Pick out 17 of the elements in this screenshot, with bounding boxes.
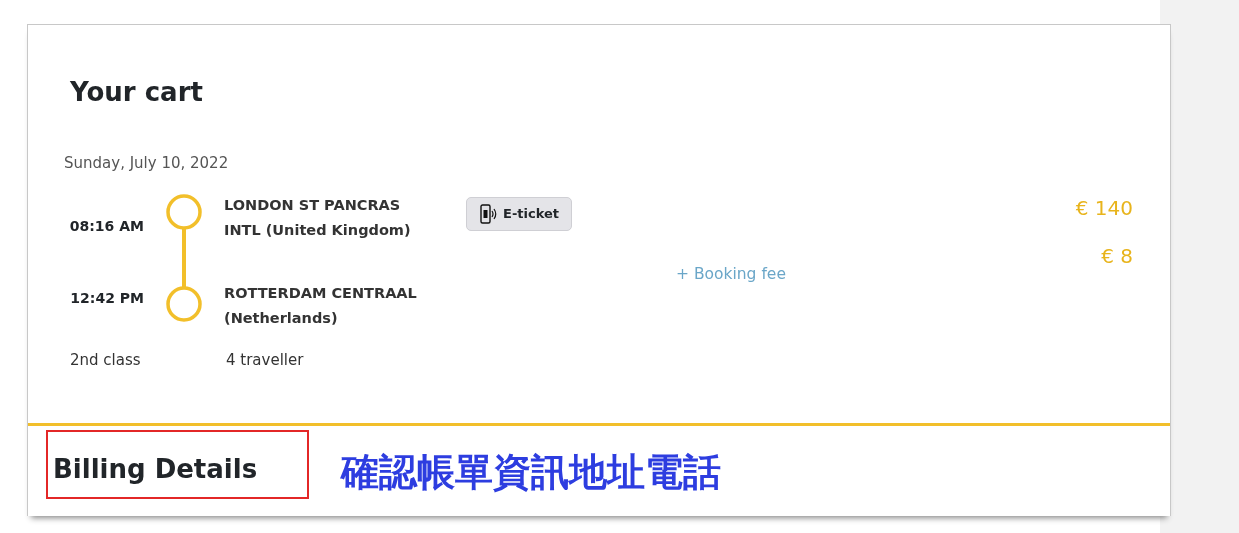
ticket-price: € 140: [1075, 194, 1133, 222]
annotation-text: 確認帳單資訊地址電話: [341, 449, 722, 497]
station-country: (Netherlands): [224, 309, 339, 329]
phone-ticket-icon: [479, 203, 497, 224]
trip-date: Sunday, July 10, 2022: [63, 153, 230, 175]
booking-fee-label: + Booking fee: [675, 263, 787, 285]
station-name: LONDON ST PANCRAS: [224, 195, 402, 215]
station-name: ROTTERDAM CENTRAAL: [224, 284, 418, 304]
traveller-count: 4 traveller: [226, 349, 304, 371]
billing-title: Billing Details: [46, 430, 310, 500]
departure-time: 08:16 AM: [68, 216, 145, 236]
booking-fee-price: € 8: [1100, 242, 1133, 270]
cart-title: Your cart: [69, 76, 204, 109]
departure-time: 12:42 PM: [69, 288, 145, 308]
travel-class: 2nd class: [70, 349, 142, 371]
station-country: INTL (United Kingdom): [224, 220, 412, 240]
e-ticket-label: E-ticket: [503, 204, 559, 223]
